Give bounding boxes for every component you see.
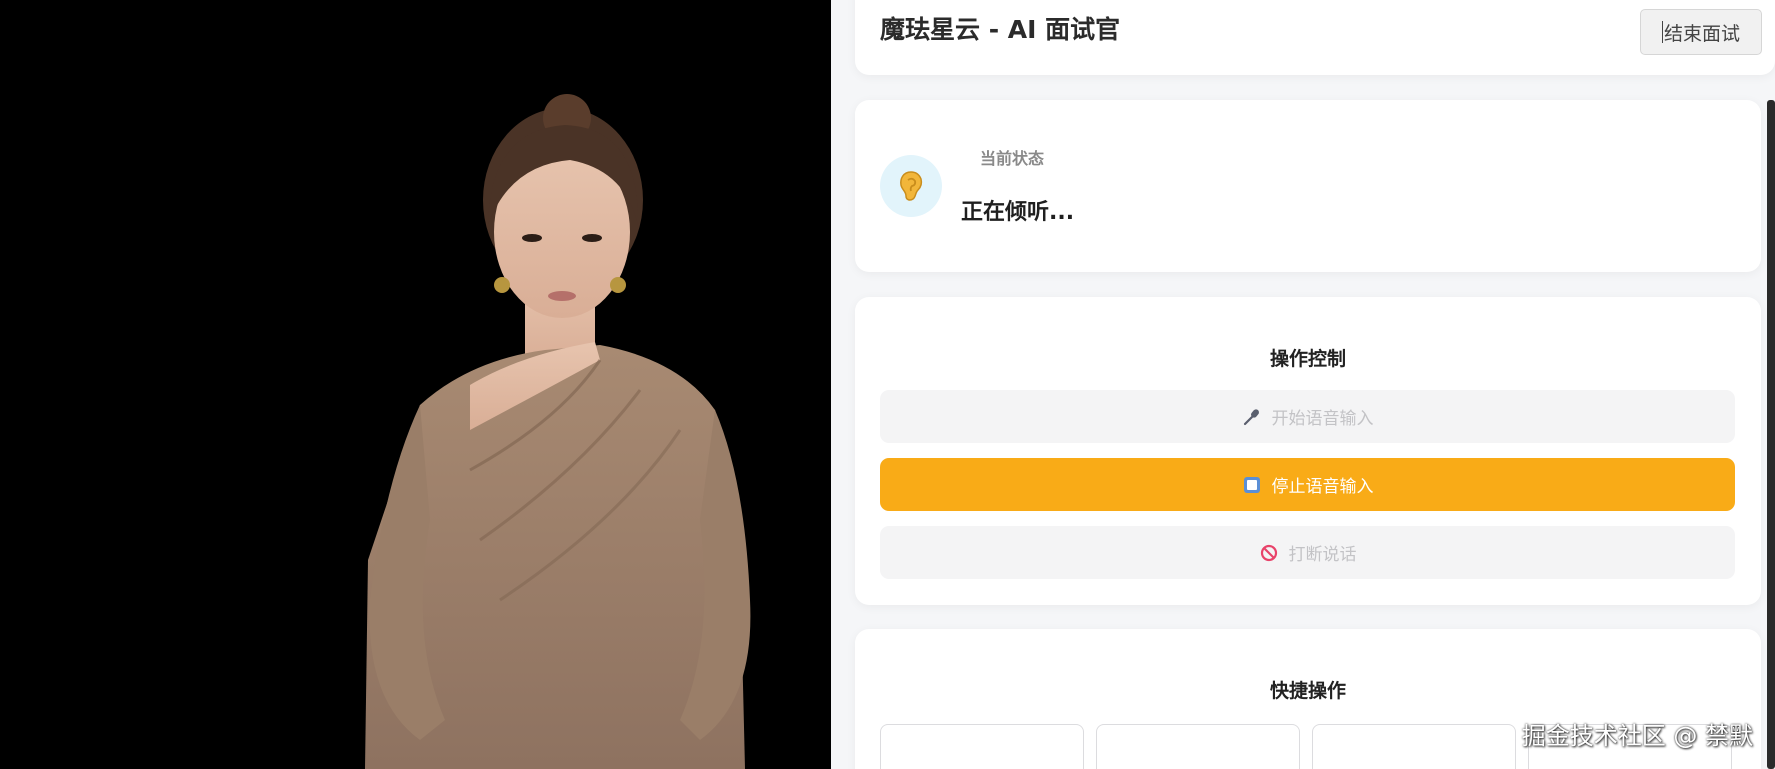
prohibited-icon: [1259, 543, 1279, 563]
interrupt-speech-label: 打断说话: [1288, 545, 1357, 565]
status-value: 正在倾听...: [961, 200, 1075, 225]
stop-voice-input-button[interactable]: 停止语音输入: [880, 458, 1735, 511]
start-voice-input-button[interactable]: 开始语音输入: [880, 390, 1735, 443]
watermark-text: 掘金技术社区 @ 禁默: [1521, 722, 1753, 750]
ear-icon: [900, 171, 923, 201]
control-section-title: 操作控制: [1269, 348, 1346, 370]
vertical-scrollbar[interactable]: [1767, 100, 1775, 769]
status-card: 当前状态 正在倾听...: [855, 100, 1761, 272]
avatar-figure: [365, 94, 751, 769]
quick-action-tile[interactable]: [880, 724, 1084, 769]
microphone-icon: [1242, 407, 1262, 427]
quick-action-tile[interactable]: [1312, 724, 1516, 769]
status-icon-badge: [880, 155, 942, 217]
start-voice-input-label: 开始语音输入: [1271, 409, 1374, 429]
header-bar: 魔珐星云 - AI 面试官 结束面试: [855, 0, 1775, 75]
status-label: 当前状态: [980, 149, 1045, 168]
end-interview-label: 结束面试: [1663, 22, 1740, 45]
control-panel-card: 操作控制 开始语音输入 停止语音输入 打断说话: [855, 297, 1761, 605]
stop-voice-input-label: 停止语音输入: [1271, 477, 1374, 497]
app-title: 魔珐星云 - AI 面试官: [880, 15, 1121, 44]
quick-actions-title: 快捷操作: [1269, 680, 1346, 702]
text-caret: [1661, 21, 1663, 43]
interview-control-panel: 魔珐星云 - AI 面试官 结束面试 当前状态 正在倾听... 操作控制 开始语…: [831, 0, 1775, 769]
avatar-video-panel: [0, 0, 831, 769]
quick-action-tile[interactable]: [1096, 724, 1300, 769]
interrupt-speech-button[interactable]: 打断说话: [880, 526, 1735, 579]
end-interview-button[interactable]: 结束面试: [1640, 9, 1762, 55]
stop-square-icon: [1242, 475, 1262, 495]
